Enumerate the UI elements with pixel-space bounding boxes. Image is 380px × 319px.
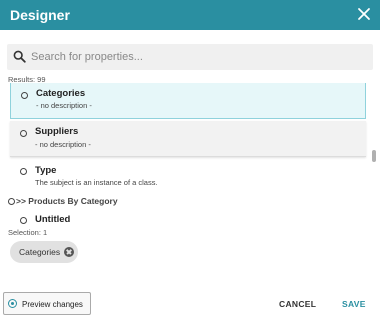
item-name: Type bbox=[35, 165, 57, 176]
radio-icon[interactable] bbox=[20, 130, 27, 137]
item-description: - no description - bbox=[35, 140, 91, 149]
item-name: Categories bbox=[36, 88, 86, 99]
close-icon[interactable] bbox=[354, 4, 374, 24]
radio-icon[interactable] bbox=[8, 198, 15, 205]
item-description: The subject is an instance of a class. bbox=[35, 178, 158, 187]
list-item[interactable]: Categories - no description - bbox=[10, 83, 366, 119]
list-item[interactable]: Untitled bbox=[10, 211, 366, 231]
item-description: - no description - bbox=[36, 101, 92, 110]
property-list: Categories - no description - Suppliers … bbox=[0, 83, 380, 233]
radio-icon[interactable] bbox=[20, 168, 27, 175]
preview-label: Preview changes bbox=[22, 300, 83, 309]
group-label: >> Products By Category bbox=[16, 196, 118, 206]
selected-chip[interactable]: Categories bbox=[10, 241, 79, 263]
item-name: Untitled bbox=[35, 214, 71, 225]
group-header[interactable]: >> Products By Category bbox=[8, 196, 118, 206]
list-item[interactable]: Type The subject is an instance of a cla… bbox=[10, 161, 366, 191]
preview-changes-toggle[interactable]: Preview changes bbox=[3, 292, 91, 315]
item-name: Suppliers bbox=[35, 126, 79, 137]
search-input[interactable] bbox=[31, 44, 361, 70]
chip-label: Categories bbox=[19, 247, 61, 257]
cancel-button[interactable]: CANCEL bbox=[279, 299, 316, 309]
search-icon bbox=[13, 50, 26, 63]
radio-icon[interactable] bbox=[20, 217, 27, 224]
scrollbar[interactable] bbox=[372, 150, 376, 162]
remove-chip-icon[interactable] bbox=[64, 247, 75, 257]
radio-icon[interactable] bbox=[21, 92, 28, 99]
selection-count: Selection: 1 bbox=[8, 228, 48, 237]
save-button[interactable]: SAVE bbox=[342, 299, 366, 309]
search-box[interactable] bbox=[7, 44, 373, 70]
radio-icon[interactable] bbox=[8, 299, 17, 308]
list-item[interactable]: Suppliers - no description - bbox=[10, 121, 366, 157]
dialog-header: Designer bbox=[0, 0, 380, 30]
dialog-title: Designer bbox=[10, 7, 70, 23]
